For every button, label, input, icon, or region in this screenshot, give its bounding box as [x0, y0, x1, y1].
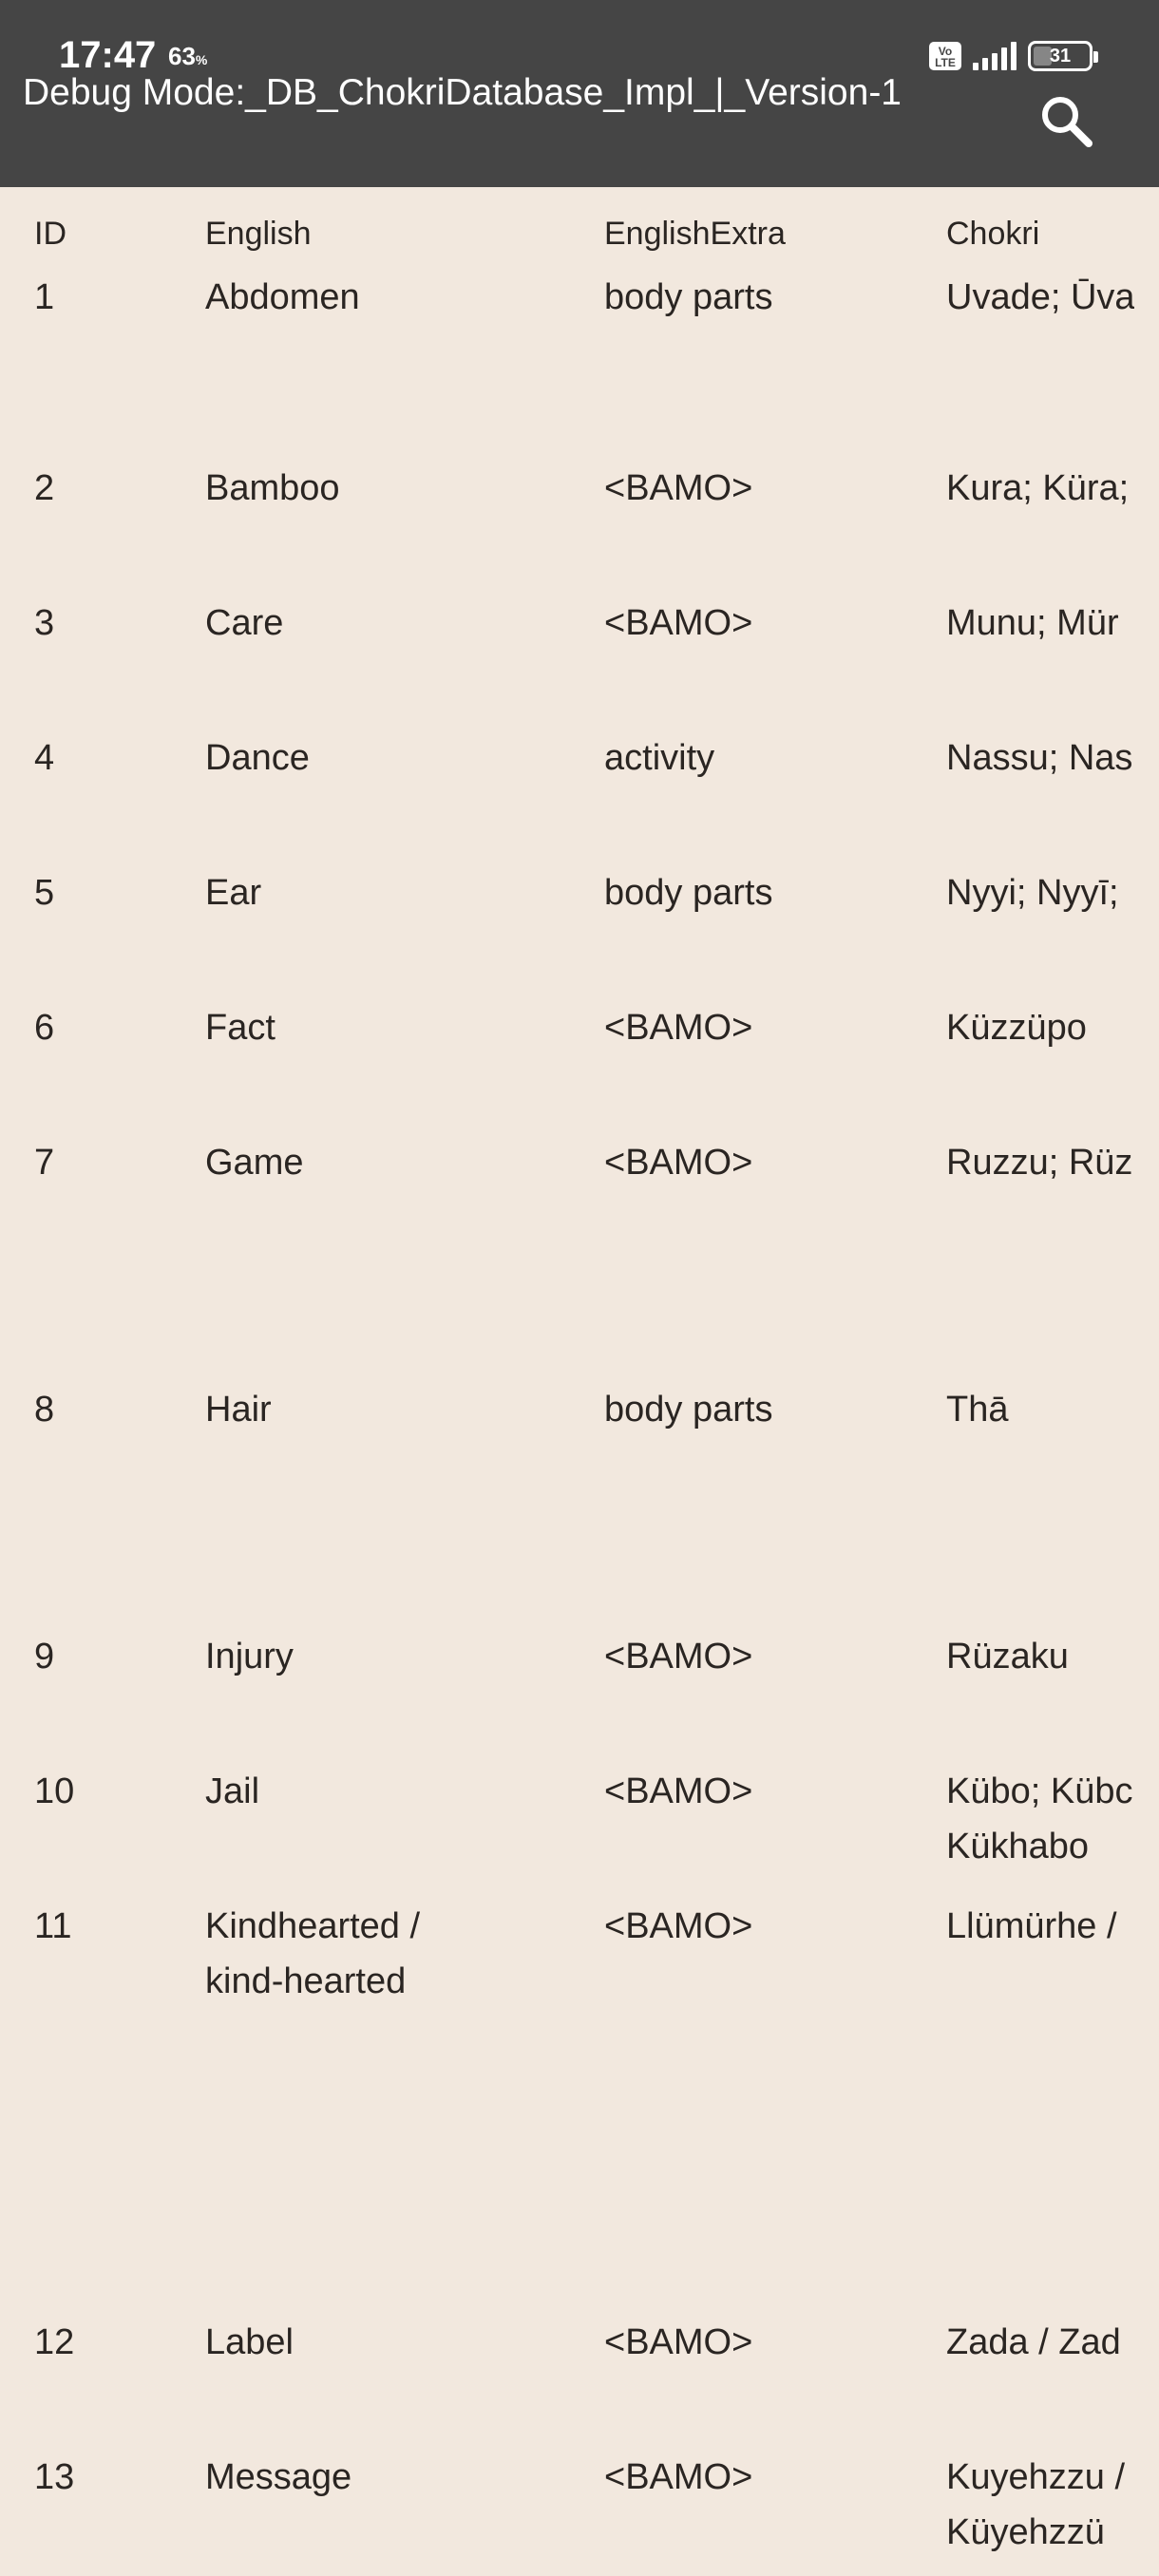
cell-english: Game: [205, 1143, 304, 1183]
cell-english-extra: <BAMO>: [604, 468, 753, 508]
status-time: 17:47: [59, 34, 157, 76]
cell-chokri: Kübo; Kübc: [946, 1771, 1133, 1811]
cell-english: kind-hearted: [205, 1961, 407, 2001]
chokri-column: Uvade; Ūva Kura; Küra; Munu; Mür Nassu; Nas…: [946, 187, 1134, 2576]
cell-english: Fact: [205, 1008, 276, 1048]
cell-id: 7: [34, 1143, 55, 1183]
cell-english: Dance: [205, 738, 310, 778]
cell-chokri: Ruzzu; Rüz: [946, 1143, 1133, 1183]
cell-english-extra: <BAMO>: [604, 2457, 753, 2497]
cell-english-extra: activity: [604, 738, 715, 778]
header-english-extra: EnglishExtra: [604, 216, 786, 252]
cell-chokri: Kuyehzzu /: [946, 2457, 1125, 2497]
cell-id: 8: [34, 1390, 55, 1430]
cell-chokri: Thā: [946, 1390, 1009, 1430]
cell-chokri: Uvade; Ūva: [946, 277, 1134, 317]
cell-id: 10: [34, 1771, 75, 1811]
cell-id: 9: [34, 1637, 55, 1676]
app-title: Debug Mode:_DB_ChokriDatabase_Impl_|_Ver…: [23, 72, 902, 113]
cell-english: Care: [205, 603, 284, 643]
cell-english: Message: [205, 2457, 352, 2497]
cell-english: Ear: [205, 873, 262, 913]
cell-english: Hair: [205, 1390, 272, 1430]
cell-english: Kindhearted /: [205, 1906, 421, 1946]
cell-english: Abdomen: [205, 277, 360, 317]
cell-english: Label: [205, 2322, 294, 2362]
cell-chokri: Munu; Mür: [946, 603, 1119, 643]
cell-id: 2: [34, 468, 55, 508]
cell-english-extra: <BAMO>: [604, 1637, 753, 1676]
cell-chokri: Rüzaku: [946, 1637, 1069, 1676]
cell-id: 13: [34, 2457, 75, 2497]
cell-id: 12: [34, 2322, 75, 2362]
cell-english-extra: body parts: [604, 873, 773, 913]
cell-english-extra: <BAMO>: [604, 1008, 753, 1048]
search-icon[interactable]: [1036, 90, 1098, 153]
app-bar: 17:47 63% Vo LTE 31 Debug Mode:_DB_Chokr…: [0, 0, 1159, 187]
status-icons: Vo LTE 31: [929, 40, 1098, 72]
cell-english-extra: <BAMO>: [604, 1906, 753, 1946]
cell-chokri: Kükhabo: [946, 1827, 1090, 1866]
cell-id: 11: [34, 1906, 72, 1946]
cell-english-extra: body parts: [604, 277, 773, 317]
cell-chokri: Küzzüpo: [946, 1008, 1087, 1048]
cell-english-extra: body parts: [604, 1390, 773, 1430]
header-id: ID: [34, 216, 66, 252]
cell-chokri: Llümürhe /: [946, 1906, 1117, 1946]
cell-chokri: Kura; Küra;: [946, 468, 1130, 508]
cell-english: Jail: [205, 1771, 260, 1811]
cell-id: 1: [34, 277, 55, 317]
cell-chokri: Nyyi; Nyyī;: [946, 873, 1119, 913]
header-english: English: [205, 216, 312, 252]
cell-chokri: Küyehzzü: [946, 2512, 1105, 2552]
cell-chokri: Nassu; Nas: [946, 738, 1133, 778]
battery-saver-percent: 63%: [168, 42, 208, 70]
cell-id: 5: [34, 873, 55, 913]
cell-id: 3: [34, 603, 55, 643]
battery-icon: 31: [1028, 41, 1098, 71]
cell-chokri: Zada / Zad: [946, 2322, 1121, 2362]
cell-english: Injury: [205, 1637, 294, 1676]
cell-english-extra: <BAMO>: [604, 1771, 753, 1811]
cell-id: 4: [34, 738, 55, 778]
cell-english-extra: <BAMO>: [604, 603, 753, 643]
cell-english: Bamboo: [205, 468, 340, 508]
signal-icon: [973, 42, 1016, 70]
volte-icon: Vo LTE: [929, 42, 961, 70]
cell-id: 6: [34, 1008, 55, 1048]
cell-english-extra: <BAMO>: [604, 2322, 753, 2362]
cell-english-extra: <BAMO>: [604, 1143, 753, 1183]
battery-level: 31: [1049, 46, 1072, 66]
